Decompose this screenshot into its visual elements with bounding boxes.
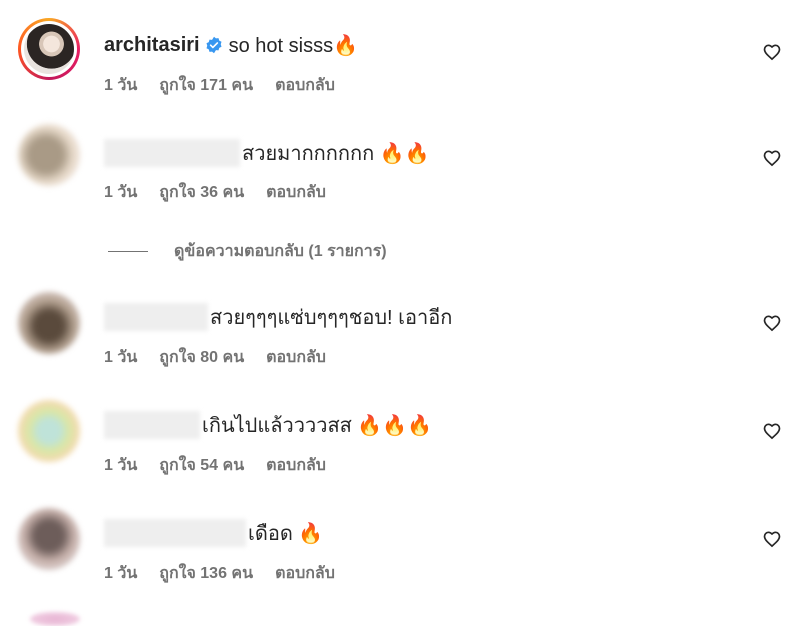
comment-likes[interactable]: ถูกใจ 80 คน <box>159 345 244 370</box>
avatar-photo <box>24 24 74 74</box>
comment-header: เกินไปแล้ววววสส 🔥🔥🔥 <box>104 410 432 440</box>
comment-time[interactable]: 1 วัน <box>104 180 137 205</box>
comment-header: สวยมากกกกกก 🔥🔥 <box>104 138 430 168</box>
comment-text: เดือด 🔥 <box>248 523 324 545</box>
comment-username-redacted[interactable] <box>104 411 200 439</box>
comment-meta: 1 วัน ถูกใจ 80 คน ตอบกลับ <box>104 346 348 368</box>
heart-outline-icon[interactable] <box>762 42 782 62</box>
comment-time[interactable]: 1 วัน <box>104 561 137 586</box>
avatar[interactable] <box>18 292 80 354</box>
comment-time[interactable]: 1 วัน <box>104 345 137 370</box>
heart-outline-icon[interactable] <box>762 421 782 441</box>
comment-text: so hot sisss🔥 <box>228 34 358 57</box>
reply-button[interactable]: ตอบกลับ <box>275 73 335 98</box>
comment-text: สวยมากกกกกก 🔥🔥 <box>242 143 430 165</box>
comment-meta: 1 วัน ถูกใจ 54 คน ตอบกลับ <box>104 454 348 476</box>
heart-outline-icon[interactable] <box>762 529 782 549</box>
comment-meta: 1 วัน ถูกใจ 136 คน ตอบกลับ <box>104 562 357 584</box>
reply-button[interactable]: ตอบกลับ <box>266 345 326 370</box>
comment-username[interactable]: architasiri <box>104 34 200 57</box>
comment-likes[interactable]: ถูกใจ 136 คน <box>159 561 253 586</box>
comment-username-redacted[interactable] <box>104 519 246 547</box>
comment-text: สวยๆๆๆแซ่บๆๆๆชอบ! เอาอีก <box>210 307 453 329</box>
reply-button[interactable]: ตอบกลับ <box>275 561 335 586</box>
view-replies-button[interactable]: ดูข้อความตอบกลับ (1 รายการ) <box>108 240 387 262</box>
reply-button[interactable]: ตอบกลับ <box>266 180 326 205</box>
comment-time[interactable]: 1 วัน <box>104 73 137 98</box>
comment-likes[interactable]: ถูกใจ 171 คน <box>159 73 253 98</box>
next-comment-avatar-partial <box>30 612 80 626</box>
comment-meta: 1 วัน ถูกใจ 171 คน ตอบกลับ <box>104 74 357 96</box>
comment-likes[interactable]: ถูกใจ 36 คน <box>159 180 244 205</box>
comment-header: สวยๆๆๆแซ่บๆๆๆชอบ! เอาอีก <box>104 302 452 332</box>
comment-username-redacted[interactable] <box>104 139 240 167</box>
comment-username-redacted[interactable] <box>104 303 208 331</box>
comment-text: เกินไปแล้ววววสส 🔥🔥🔥 <box>202 415 433 437</box>
comment-meta: 1 วัน ถูกใจ 36 คน ตอบกลับ <box>104 181 348 203</box>
comment-header: เดือด 🔥 <box>104 518 323 548</box>
avatar[interactable] <box>18 400 80 462</box>
avatar[interactable] <box>18 508 80 570</box>
heart-outline-icon[interactable] <box>762 313 782 333</box>
view-replies-label: ดูข้อความตอบกลับ (1 รายการ) <box>174 242 387 260</box>
avatar[interactable] <box>18 124 80 186</box>
heart-outline-icon[interactable] <box>762 148 782 168</box>
reply-button[interactable]: ตอบกลับ <box>266 453 326 478</box>
comment-header: architasiri so hot sisss🔥 <box>104 30 358 60</box>
comment-time[interactable]: 1 วัน <box>104 453 137 478</box>
replies-divider <box>108 250 148 252</box>
verified-badge-icon <box>206 36 222 54</box>
comment-likes[interactable]: ถูกใจ 54 คน <box>159 453 244 478</box>
avatar[interactable] <box>18 18 80 80</box>
